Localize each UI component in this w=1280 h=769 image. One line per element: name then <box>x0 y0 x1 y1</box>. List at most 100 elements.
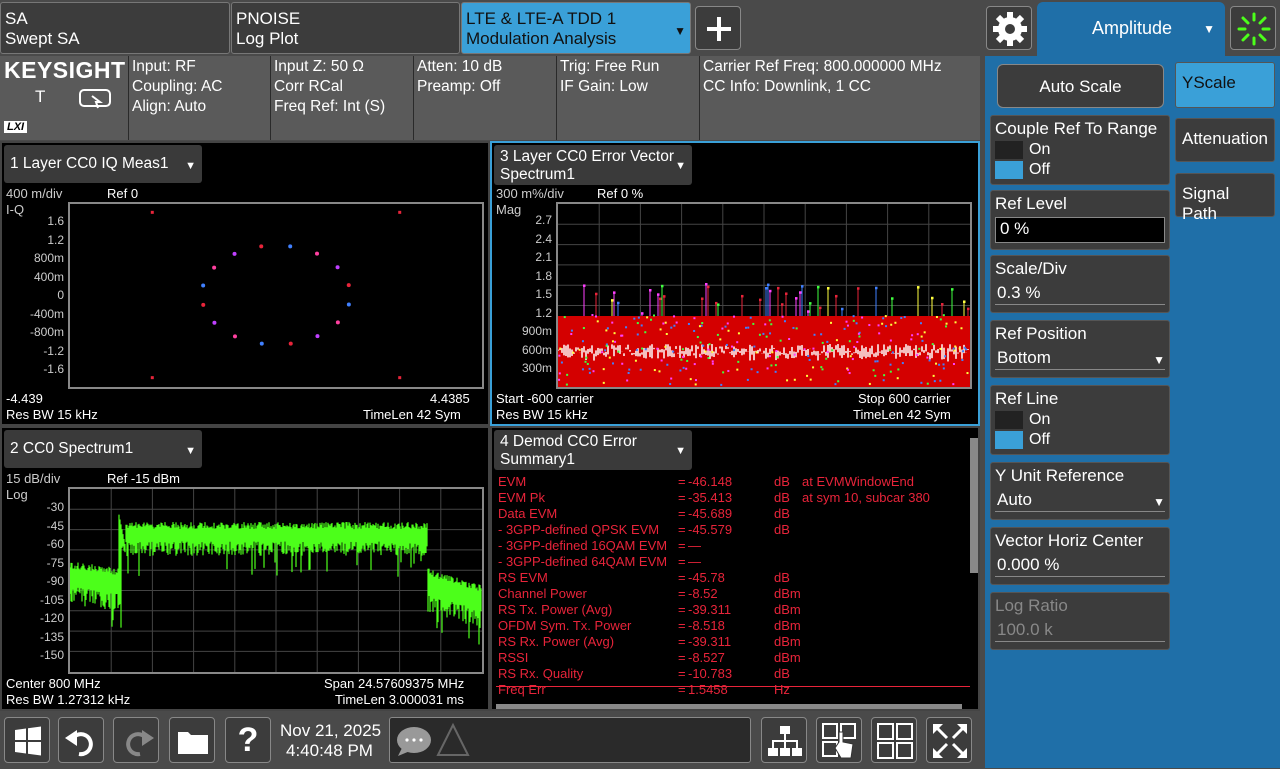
pane-spectrum[interactable]: 2 CC0 Spectrum1 ▼ 15 dB/div Ref -15 dBm … <box>0 426 490 711</box>
error-vector-dot <box>812 366 815 369</box>
error-vector-marker <box>799 291 802 294</box>
summary-row: EVM = -46.148 dB at EVMWindowEnd <box>498 474 968 490</box>
ref-level-field[interactable]: Ref Level 0 % <box>990 190 1170 250</box>
tab-line2: Modulation Analysis <box>466 29 617 48</box>
error-vector-marker <box>835 294 838 298</box>
error-vector-dot <box>591 314 594 317</box>
error-vector-dot <box>602 381 605 384</box>
tab-attenuation[interactable]: Attenuation <box>1175 118 1275 162</box>
error-vector-dot <box>756 371 759 374</box>
error-vector-dot <box>716 333 719 336</box>
message-area[interactable] <box>389 717 751 763</box>
redo-button[interactable] <box>113 717 159 763</box>
error-vector-dot <box>585 356 588 359</box>
mode-tab-lte[interactable]: LTE & LTE-A TDD 1 Modulation Analysis ▼ <box>461 2 691 54</box>
error-vector-dot <box>682 366 685 369</box>
summary-unit: Hz <box>774 682 790 697</box>
error-vector-dot <box>639 368 642 371</box>
pane-error-vector-spectrum[interactable]: 3 Layer CC0 Error Vector Spectrum1 ▼ 300… <box>490 141 980 426</box>
error-vector-dot <box>942 314 945 317</box>
error-vector-dot <box>826 350 829 353</box>
settings-button[interactable] <box>986 6 1032 50</box>
error-vector-dot <box>774 364 777 367</box>
error-vector-dot <box>664 345 667 348</box>
vector-horiz-center-field[interactable]: Vector Horiz Center 0.000 % <box>990 527 1170 585</box>
error-vector-dot <box>768 319 771 322</box>
pane-title[interactable]: 2 CC0 Spectrum1 ▼ <box>4 430 202 468</box>
error-vector-dot <box>758 333 761 336</box>
undo-button[interactable] <box>58 717 104 763</box>
error-vector-dot <box>636 322 639 325</box>
error-vector-dot <box>942 363 945 366</box>
tab-line1: SA <box>5 9 28 28</box>
error-vector-dot <box>848 372 851 375</box>
error-vector-dot <box>868 324 871 327</box>
softkey-label: Log Ratio <box>995 596 1068 615</box>
lxi-logo: LXI <box>4 121 28 133</box>
vertical-scrollbar[interactable] <box>970 438 978 573</box>
pane-title[interactable]: 4 Demod CC0 Error Summary1 ▼ <box>494 430 692 470</box>
info-col-input: Input: RF Coupling: AC Align: Auto <box>128 56 270 140</box>
error-vector-dot <box>921 339 924 342</box>
ref-line-toggle[interactable]: Ref Line On Off <box>990 385 1170 455</box>
pane-title-text: 4 Demod CC0 Error <box>500 433 637 450</box>
error-vector-marker <box>819 306 822 310</box>
windows-start-button[interactable] <box>4 717 50 763</box>
y-unit-reference-dropdown[interactable]: Y Unit Reference Auto ▼ <box>990 462 1170 520</box>
error-vector-marker <box>841 307 844 311</box>
mode-tab-sa[interactable]: SA Swept SA <box>0 2 230 54</box>
multi-screen-button[interactable] <box>761 717 807 763</box>
scale-div-field[interactable]: Scale/Div 0.3 % <box>990 255 1170 313</box>
y-tick-label: 2.7 <box>535 213 552 227</box>
summary-val: -8.527 <box>688 650 725 665</box>
ref-level-input[interactable]: 0 % <box>995 217 1165 243</box>
couple-ref-to-range-toggle[interactable]: Couple Ref To Range On Off <box>990 115 1170 185</box>
iq-point <box>315 334 320 339</box>
error-vector-dot <box>885 325 888 328</box>
error-vector-dot <box>939 318 942 321</box>
tab-signal-path[interactable]: Signal Path <box>1175 173 1275 223</box>
horizontal-scrollbar[interactable] <box>496 704 962 709</box>
auto-scale-button[interactable]: Auto Scale <box>997 64 1164 108</box>
error-vector-dot <box>727 329 730 332</box>
ref-position-dropdown[interactable]: Ref Position Bottom ▼ <box>990 320 1170 378</box>
pane-iq-meas[interactable]: 1 Layer CC0 IQ Meas1 ▼ 400 m/div Ref 0 I… <box>0 141 490 426</box>
remote-display-icon <box>79 89 111 109</box>
file-button[interactable] <box>169 717 215 763</box>
error-vector-dot <box>646 316 649 319</box>
tab-yscale[interactable]: YScale <box>1175 62 1275 108</box>
window-layout-button[interactable] <box>871 717 917 763</box>
softkey-label: Ref Line <box>995 389 1059 408</box>
expand-arrows-icon <box>933 724 967 758</box>
summary-eq: = <box>678 618 686 633</box>
error-vector-dot <box>775 349 778 352</box>
error-vector-dot <box>682 355 685 358</box>
error-vector-marker <box>891 297 894 300</box>
error-vector-dot <box>711 360 714 363</box>
touch-zoom-button[interactable] <box>816 717 862 763</box>
pane-title[interactable]: 3 Layer CC0 Error Vector Spectrum1 ▼ <box>494 145 692 185</box>
info-atten: Atten: 10 dB <box>417 58 503 75</box>
summary-extra: at sym 10, subcar 380 <box>802 490 930 505</box>
error-vector-dot <box>890 323 893 326</box>
summary-eq: = <box>678 634 686 649</box>
maximize-button[interactable] <box>926 717 972 763</box>
summary-eq: = <box>678 570 686 585</box>
pane-error-summary[interactable]: 4 Demod CC0 Error Summary1 ▼ EVM = -46.148… <box>490 426 980 711</box>
error-vector-dot <box>634 359 637 362</box>
pane-title[interactable]: 1 Layer CC0 IQ Meas1 ▼ <box>4 145 202 183</box>
error-vector-trace <box>558 204 970 387</box>
add-screen-button[interactable] <box>695 6 741 50</box>
error-vector-dot <box>881 322 884 325</box>
measurement-status-button[interactable] <box>1230 6 1276 50</box>
help-button[interactable]: ? <box>225 717 271 763</box>
error-vector-dot <box>825 357 828 360</box>
error-vector-dot <box>749 316 752 319</box>
error-vector-dot <box>707 357 710 360</box>
amplitude-menu-tab[interactable]: Amplitude ▼ <box>1037 2 1225 56</box>
error-vector-dot <box>606 327 609 330</box>
error-vector-marker <box>741 294 744 298</box>
mode-tab-pnoise[interactable]: PNOISE Log Plot <box>231 2 460 54</box>
error-vector-dot <box>793 378 796 381</box>
error-vector-dot <box>903 316 906 319</box>
